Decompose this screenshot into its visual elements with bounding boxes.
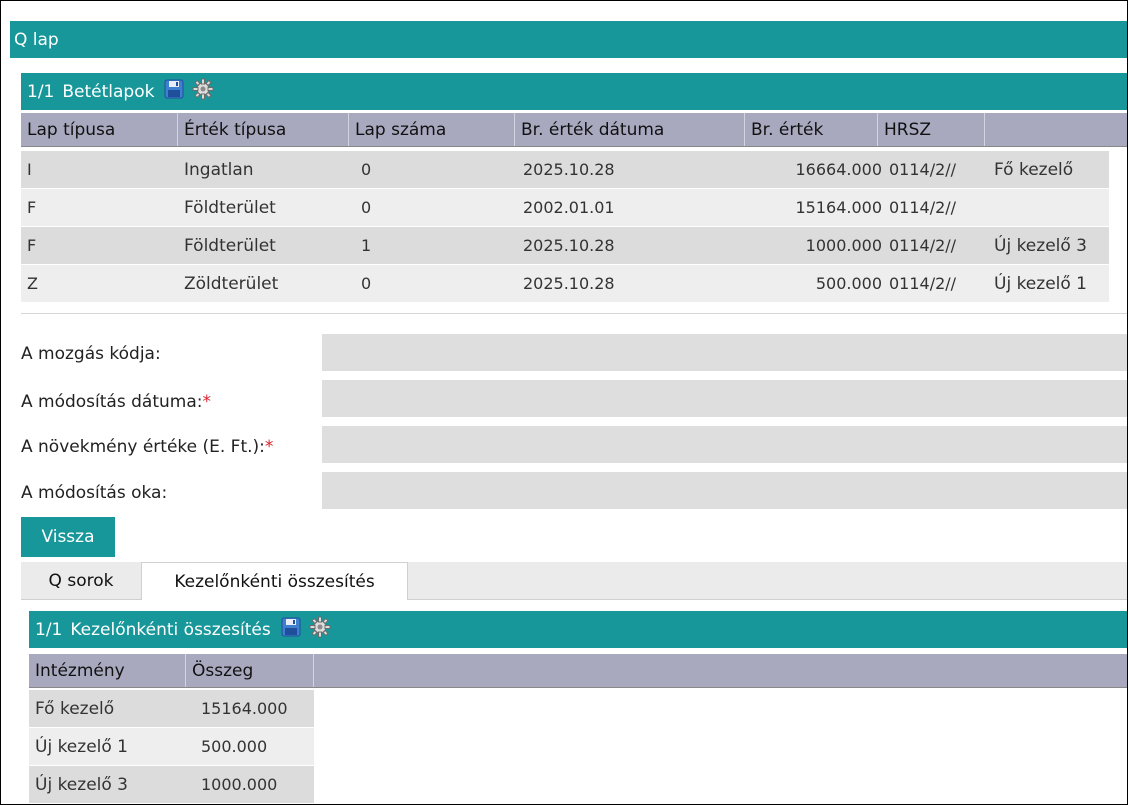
tab-q-sorok[interactable]: Q sorok [21,562,141,599]
window-title: Q lap [14,29,59,50]
table-row[interactable]: Új kezelő 3 1000.000 [29,766,314,803]
cell-hrsz: 0114/2// [889,198,957,217]
cell-hrsz: 0114/2// [889,274,957,293]
tab-bar: Q sorok Kezelőnkénti összesítés [21,562,1127,600]
app-frame: Q lap 1/1 Betétlapok Lap típusa Érték tí… [0,0,1128,805]
back-button[interactable]: Vissza [21,517,115,557]
mozgas-kodja-label-text: A mozgás kódja: [21,344,161,364]
table-row[interactable]: F Földterület 0 2002.01.01 15164.000 011… [21,189,1109,226]
cell-intezmeny: Új kezelő 3 [35,774,128,795]
modositas-oka-input[interactable] [322,472,1127,509]
novekmeny-label: A növekmény értéke (E. Ft.):* [21,437,273,457]
table-row[interactable]: I Ingatlan 0 2025.10.28 16664.000 0114/2… [21,151,1109,188]
column-header-ertek-tipusa[interactable]: Érték típusa [178,113,349,146]
window-title-bar: Q lap [10,21,1127,58]
required-mark: * [202,392,211,412]
cell-osszeg: 1000.000 [201,775,278,794]
required-mark: * [264,437,274,457]
cell-ertek: 500.000 [815,274,882,293]
cell-osszeg: 500.000 [201,737,268,756]
cell-lap-szama: 0 [361,198,372,217]
table-row[interactable]: F Földterület 1 2025.10.28 1000.000 0114… [21,227,1109,264]
mozgas-kodja-label: A mozgás kódja: [21,344,161,364]
column-header-osszeg[interactable]: Összeg [186,654,314,687]
cell-intezmeny: Új kezelő 1 [35,736,128,757]
cell-ertek: 15164.000 [795,198,882,217]
column-header-empty [985,113,1127,146]
gear-icon[interactable] [309,616,331,643]
cell-ertek-tipusa: Ingatlan [184,159,254,180]
tab-kezelonkenti-osszesites[interactable]: Kezelőnkénti összesítés [141,562,408,600]
cell-ertek-tipusa: Földterület [184,235,276,256]
modositas-datuma-label: A módosítás dátuma:* [21,392,211,412]
osszesites-counter: 1/1 [35,619,63,640]
cell-datum: 2025.10.28 [523,236,615,255]
novekmeny-input[interactable] [322,426,1127,463]
column-header-lap-tipusa[interactable]: Lap típusa [21,113,178,146]
cell-ertek-tipusa: Zöldterület [184,273,279,294]
cell-kezelo: Új kezelő 3 [994,235,1087,256]
modositas-datuma-input[interactable] [322,380,1127,417]
betetlapok-title-bar: 1/1 Betétlapok [21,73,1127,110]
betetlapok-header-row: Lap típusa Érték típusa Lap száma Br. ér… [21,113,1127,147]
cell-lap-szama: 0 [361,160,372,179]
cell-lap-tipusa: Z [27,274,38,293]
novekmeny-label-text: A növekmény értéke (E. Ft.): [21,437,265,457]
column-header-hrsz[interactable]: HRSZ [878,113,985,146]
save-icon[interactable] [164,79,184,104]
cell-lap-szama: 1 [361,236,372,255]
modositas-oka-label: A módosítás oka: [21,483,167,503]
column-header-ertek[interactable]: Br. érték [745,113,878,146]
cell-intezmeny: Fő kezelő [35,698,115,719]
cell-osszeg: 15164.000 [201,699,288,718]
cell-lap-tipusa: I [27,160,32,179]
modositas-oka-label-text: A módosítás oka: [21,483,168,503]
table-row[interactable]: Új kezelő 1 500.000 [29,728,314,765]
gear-icon[interactable] [192,78,214,105]
osszesites-title: Kezelőnkénti összesítés [70,619,271,640]
cell-ertek-tipusa: Földterület [184,197,276,218]
betetlapok-title: Betétlapok [62,81,155,102]
divider [21,313,1127,314]
betetlapok-counter: 1/1 [27,81,55,102]
cell-lap-szama: 0 [361,274,372,293]
cell-ertek: 16664.000 [795,160,882,179]
cell-hrsz: 0114/2// [889,236,957,255]
cell-kezelo: Új kezelő 1 [994,273,1087,294]
osszesites-title-bar: 1/1 Kezelőnkénti összesítés [29,611,1127,648]
column-header-intezmeny[interactable]: Intézmény [29,654,186,687]
table-row[interactable]: Z Zöldterület 0 2025.10.28 500.000 0114/… [21,265,1109,302]
cell-ertek: 1000.000 [805,236,882,255]
cell-datum: 2002.01.01 [523,198,615,217]
cell-lap-tipusa: F [27,198,37,217]
mozgas-kodja-input[interactable] [322,334,1127,371]
table-row[interactable]: Fő kezelő 15164.000 [29,690,314,727]
cell-datum: 2025.10.28 [523,160,615,179]
column-header-datum[interactable]: Br. érték dátuma [515,113,745,146]
save-icon[interactable] [281,617,301,642]
cell-lap-tipusa: F [27,236,37,255]
modositas-datuma-label-text: A módosítás dátuma: [21,392,203,412]
cell-hrsz: 0114/2// [889,160,957,179]
column-header-empty [314,654,1127,687]
osszesites-header-row: Intézmény Összeg [29,654,1127,688]
column-header-lap-szama[interactable]: Lap száma [349,113,515,146]
cell-kezelo: Fő kezelő [994,159,1074,180]
cell-datum: 2025.10.28 [523,274,615,293]
